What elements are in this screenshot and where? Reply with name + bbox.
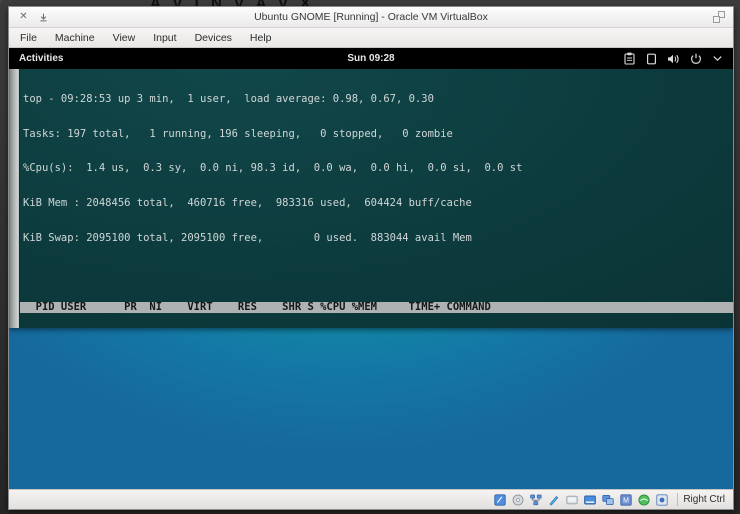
process-table-header: PID USER PR NI VIRT RES SHR S %CPU %MEM … — [20, 301, 733, 314]
minimize-icon[interactable] — [38, 12, 49, 23]
terminal-scrollbar[interactable] — [9, 69, 20, 328]
svg-text:M: M — [623, 497, 629, 504]
gnome-system-tray — [623, 52, 733, 65]
chevron-down-icon[interactable] — [711, 52, 724, 65]
top-blank-line — [23, 267, 733, 279]
window-title: Ubuntu GNOME [Running] - Oracle VM Virtu… — [254, 11, 488, 23]
display-icon[interactable] — [583, 493, 596, 506]
menu-input[interactable]: Input — [151, 31, 178, 45]
window-control-buttons: ✕ — [9, 12, 49, 23]
optical-disk-icon[interactable] — [511, 493, 524, 506]
menu-view[interactable]: View — [111, 31, 138, 45]
terminal-output[interactable]: top - 09:28:53 up 3 min, 1 user, load av… — [20, 69, 733, 328]
activities-button[interactable]: Activities — [9, 48, 72, 69]
guest-screen[interactable]: Activities Sun 09:28 top - 09:28:53 up 3… — [9, 48, 733, 489]
recording-icon[interactable]: M — [619, 493, 632, 506]
top-uptime-line: top - 09:28:53 up 3 min, 1 user, load av… — [23, 93, 434, 106]
display-icon[interactable] — [645, 52, 658, 65]
terminal-window[interactable]: top - 09:28:53 up 3 min, 1 user, load av… — [9, 69, 733, 328]
scrollbar-thumb[interactable] — [10, 69, 18, 328]
virtualbox-window: ✕ Ubuntu GNOME [Running] - Oracle VM Vir… — [8, 6, 734, 510]
remote-display-icon[interactable] — [601, 493, 614, 506]
top-cpu-line: %Cpu(s): 1.4 us, 0.3 sy, 0.0 ni, 98.3 id… — [23, 162, 523, 175]
shared-folder-icon[interactable] — [565, 493, 578, 506]
guest-additions-icon[interactable] — [637, 493, 650, 506]
menu-machine[interactable]: Machine — [53, 31, 97, 45]
hard-disk-icon[interactable] — [493, 493, 506, 506]
clipboard-icon[interactable] — [623, 52, 636, 65]
window-titlebar[interactable]: ✕ Ubuntu GNOME [Running] - Oracle VM Vir… — [9, 7, 733, 28]
top-tasks-line: Tasks: 197 total, 1 running, 196 sleepin… — [23, 127, 453, 140]
power-icon[interactable] — [689, 52, 702, 65]
host-key-label: Right Ctrl — [677, 493, 725, 506]
network-icon[interactable] — [529, 493, 542, 506]
menu-devices[interactable]: Devices — [193, 31, 234, 45]
restore-window-icon[interactable] — [713, 11, 725, 23]
top-swap-line: KiB Swap: 2095100 total, 2095100 free, 0… — [23, 231, 472, 244]
volume-icon[interactable] — [667, 52, 680, 65]
usb-icon[interactable] — [547, 493, 560, 506]
close-icon[interactable]: ✕ — [18, 12, 29, 23]
top-mem-line: KiB Mem : 2048456 total, 460716 free, 98… — [23, 197, 472, 210]
gnome-top-bar: Activities Sun 09:28 — [9, 48, 733, 69]
menu-file[interactable]: File — [18, 31, 39, 45]
mouse-capture-icon[interactable] — [655, 493, 668, 506]
menu-help[interactable]: Help — [248, 31, 274, 45]
virtualbox-statusbar: M Right Ctrl — [9, 489, 733, 509]
menubar: File Machine View Input Devices Help — [9, 28, 733, 48]
